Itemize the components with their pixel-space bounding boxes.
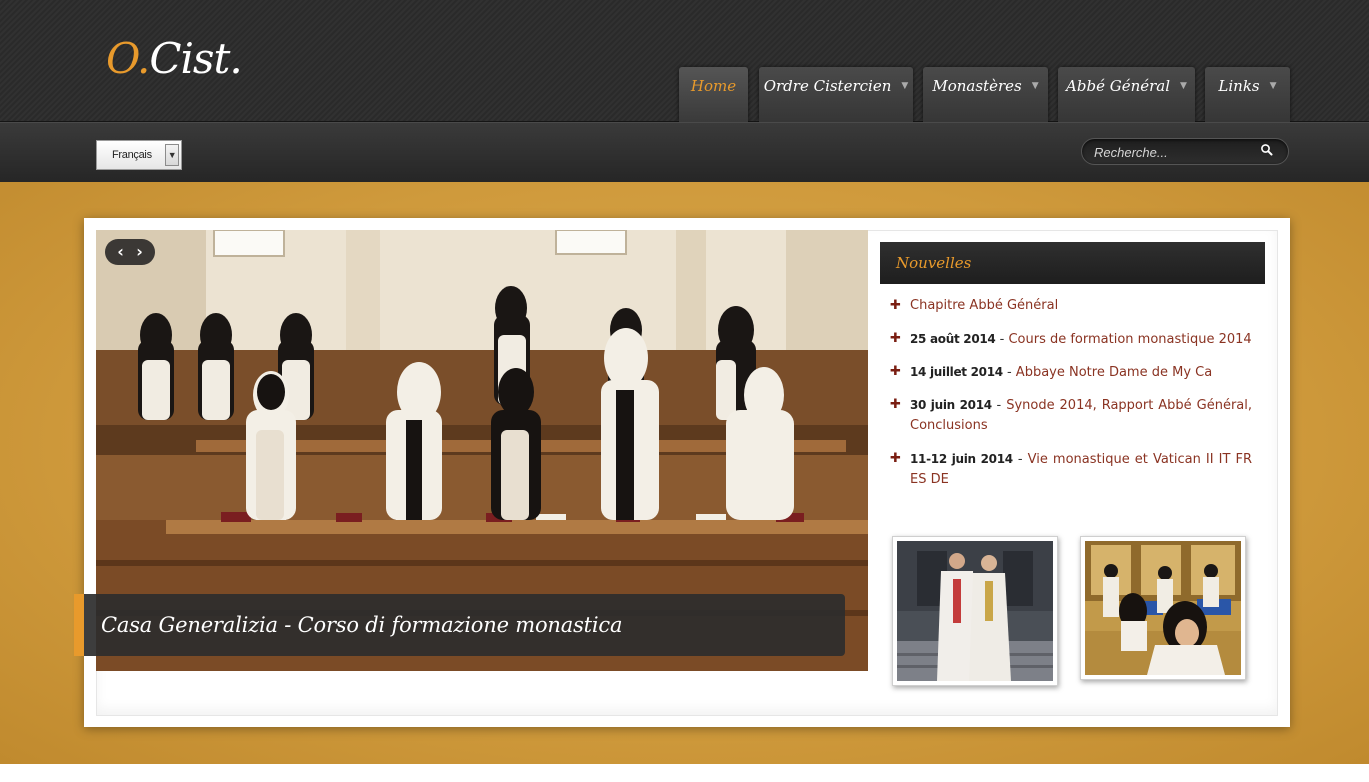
nav-ordre-cistercien[interactable]: Ordre Cistercien ▼ [759,67,913,122]
news-item[interactable]: ✚ 25 août 2014 - Cours de formation mona… [890,329,1252,350]
news-item[interactable]: ✚ 30 juin 2014 - Synode 2014, Rapport Ab… [890,395,1252,436]
news-item-date: 11-12 juin 2014 [910,452,1013,466]
plus-icon: ✚ [890,298,901,313]
plus-icon: ✚ [890,451,901,466]
thumbnail-abbots-photo [897,541,1053,681]
slider-caption[interactable]: Casa Generalizia - Corso di formazione m… [74,594,845,656]
slider-next-button[interactable]: › [136,244,143,260]
thumbnail-classroom[interactable] [1080,536,1246,680]
plus-icon: ✚ [890,397,901,412]
news-header: Nouvelles [880,242,1265,284]
slider-prev-button[interactable]: ‹ [117,244,124,260]
news-item[interactable]: ✚ Chapitre Abbé Général [890,296,1252,316]
language-select-value: Français [112,149,152,161]
search-input[interactable] [1094,143,1254,161]
chevron-down-icon[interactable]: ▼ [165,144,179,166]
sub-header: Français ▼ [0,122,1369,182]
news-item[interactable]: ✚ 11-12 juin 2014 - Vie monastique et Va… [890,449,1252,490]
chevron-down-icon: ▼ [901,81,909,91]
top-header: O.Cist. Home Ordre Cistercien ▼ Monastèr… [0,0,1369,122]
search-icon[interactable] [1260,143,1274,157]
language-select[interactable]: Français ▼ [96,140,182,170]
chevron-down-icon: ▼ [1031,81,1039,91]
thumbnail-abbots[interactable] [892,536,1058,686]
news-item-date: 30 juin 2014 [910,398,997,412]
chevron-down-icon: ▼ [1180,81,1187,91]
nav-links-label: Links [1218,77,1260,95]
site-logo[interactable]: O.Cist. [106,34,243,84]
chevron-down-icon: ▼ [1269,81,1277,91]
thumbnail-classroom-photo [1085,541,1241,675]
nav-home[interactable]: Home [679,67,748,122]
nav-abbe-general-label: Abbé Général [1066,77,1171,95]
news-item-title[interactable]: Cours de formation monastique 2014 [1008,332,1251,347]
news-item[interactable]: ✚ 14 juillet 2014 - Abbaye Notre Dame de… [890,362,1252,383]
search-box [1081,138,1289,165]
nav-ordre-cistercien-label: Ordre Cistercien [763,77,892,95]
plus-icon: ✚ [890,331,901,346]
nav-home-label: Home [690,77,737,95]
slider-controls: ‹ › [105,239,155,265]
nav-abbe-general[interactable]: Abbé Général ▼ [1058,67,1195,122]
logo-suffix: Cist. [149,34,242,83]
news-item-title[interactable]: Abbaye Notre Dame de My Ca [1016,365,1212,380]
nav-links[interactable]: Links ▼ [1205,67,1290,122]
news-item-date: 14 juillet 2014 [910,365,1003,379]
logo-prefix: O. [106,34,150,83]
nav-monasteres[interactable]: Monastères ▼ [923,67,1048,122]
nav-monasteres-label: Monastères [932,77,1022,95]
news-item-title[interactable]: Chapitre Abbé Général [910,298,1058,313]
plus-icon: ✚ [890,364,901,379]
news-item-date: 25 août 2014 [910,332,996,346]
